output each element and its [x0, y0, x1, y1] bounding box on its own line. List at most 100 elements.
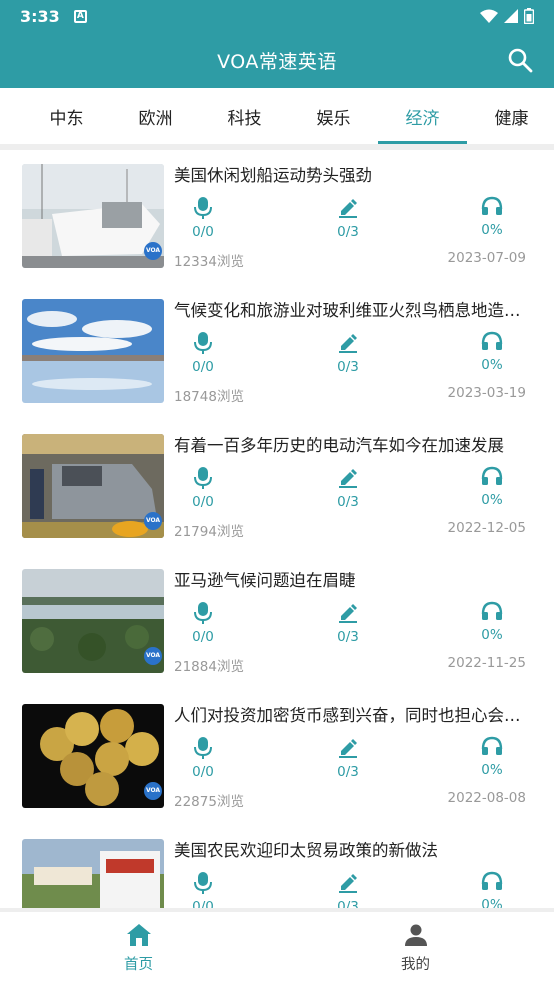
status-time: 3:33: [20, 6, 60, 26]
nav-home[interactable]: 首页: [0, 912, 277, 984]
article-thumbnail: VOA: [22, 434, 164, 538]
speaking-progress[interactable]: 0/0: [173, 466, 233, 510]
headphones-icon: [481, 196, 503, 215]
article-thumbnail: [22, 299, 164, 403]
voa-badge: VOA: [144, 782, 162, 800]
person-icon: [404, 924, 427, 946]
writing-progress[interactable]: 0/3: [318, 738, 378, 780]
nav-profile-label: 我的: [401, 956, 430, 973]
pencil-icon: [339, 469, 357, 488]
article-title: 美国农民欢迎印太贸易政策的新做法: [174, 841, 438, 860]
article-item[interactable]: VOA 美国休闲划船运动势头强劲 0/0 0/3 0% 12334浏览 2023…: [0, 150, 554, 285]
listening-percent: 0%: [481, 222, 503, 238]
listening-progress[interactable]: 0%: [462, 466, 522, 508]
pencil-icon: [339, 874, 357, 893]
speaking-progress[interactable]: 0/0: [173, 871, 233, 908]
microphone-icon: [194, 332, 212, 354]
article-title: 亚马逊气候问题迫在眉睫: [174, 571, 356, 590]
speaking-progress[interactable]: 0/0: [173, 736, 233, 780]
view-count: 12334浏览: [174, 254, 244, 270]
tab-health[interactable]: 健康: [467, 88, 554, 144]
status-icons: [480, 8, 534, 24]
nav-profile[interactable]: 我的: [277, 912, 554, 984]
signal-icon: [504, 9, 518, 23]
speaking-count: 0/0: [192, 359, 214, 375]
pencil-icon: [339, 199, 357, 218]
app-bar: VOA常速英语: [0, 32, 554, 88]
speaking-progress[interactable]: 0/0: [173, 601, 233, 645]
article-item[interactable]: 美国农民欢迎印太贸易政策的新做法 0/0 0/3 0%: [0, 825, 554, 908]
microphone-icon: [194, 872, 212, 894]
publish-date: 2022-08-08: [447, 790, 526, 806]
listening-percent: 0%: [481, 897, 503, 908]
article-thumbnail: [22, 839, 164, 908]
writing-progress[interactable]: 0/3: [318, 873, 378, 908]
article-thumbnail: VOA: [22, 704, 164, 808]
article-list: VOA 美国休闲划船运动势头强劲 0/0 0/3 0% 12334浏览 2023…: [0, 150, 554, 908]
writing-count: 0/3: [337, 764, 359, 780]
search-icon[interactable]: [506, 46, 534, 74]
microphone-icon: [194, 467, 212, 489]
writing-count: 0/3: [337, 359, 359, 375]
publish-date: 2022-11-25: [447, 655, 526, 671]
headphones-icon: [481, 466, 503, 485]
speaking-progress[interactable]: 0/0: [173, 196, 233, 240]
headphones-icon: [481, 601, 503, 620]
writing-count: 0/3: [337, 899, 359, 908]
speaking-count: 0/0: [192, 224, 214, 240]
article-item[interactable]: 气候变化和旅游业对玻利维亚火烈鸟栖息地造成威胁 0/0 0/3 0% 18748…: [0, 285, 554, 420]
home-icon: [126, 923, 151, 946]
writing-progress[interactable]: 0/3: [318, 333, 378, 375]
writing-progress[interactable]: 0/3: [318, 198, 378, 240]
listening-progress[interactable]: 0%: [462, 871, 522, 908]
tab-entertainment[interactable]: 娱乐: [289, 88, 378, 144]
listening-progress[interactable]: 0%: [462, 196, 522, 238]
tab-middle-east[interactable]: 中东: [22, 88, 111, 144]
view-count: 22875浏览: [174, 794, 244, 810]
article-thumbnail: VOA: [22, 569, 164, 673]
listening-progress[interactable]: 0%: [462, 331, 522, 373]
category-tabs: 中东 欧洲 科技 娱乐 经济 健康: [0, 88, 554, 144]
article-title: 气候变化和旅游业对玻利维亚火烈鸟栖息地造成威胁: [174, 301, 532, 320]
writing-progress[interactable]: 0/3: [318, 468, 378, 510]
writing-count: 0/3: [337, 494, 359, 510]
publish-date: 2023-03-19: [447, 385, 526, 401]
speaking-progress[interactable]: 0/0: [173, 331, 233, 375]
article-item[interactable]: VOA 亚马逊气候问题迫在眉睫 0/0 0/3 0% 21884浏览 2022-…: [0, 555, 554, 690]
listening-percent: 0%: [481, 762, 503, 778]
pencil-icon: [339, 604, 357, 623]
view-count: 21884浏览: [174, 659, 244, 675]
voa-badge: VOA: [144, 512, 162, 530]
listening-percent: 0%: [481, 357, 503, 373]
battery-icon: [524, 8, 534, 24]
headphones-icon: [481, 331, 503, 350]
speaking-count: 0/0: [192, 764, 214, 780]
microphone-icon: [194, 197, 212, 219]
view-count: 18748浏览: [174, 389, 244, 405]
article-item[interactable]: VOA 人们对投资加密货币感到兴奋，同时也担心会有风险 0/0 0/3 0% 2…: [0, 690, 554, 825]
microphone-icon: [194, 737, 212, 759]
nav-home-label: 首页: [124, 956, 153, 973]
article-title: 美国休闲划船运动势头强劲: [174, 166, 372, 185]
article-thumbnail: VOA: [22, 164, 164, 268]
tab-europe[interactable]: 欧洲: [111, 88, 200, 144]
speaking-count: 0/0: [192, 899, 214, 908]
publish-date: 2022-12-05: [447, 520, 526, 536]
listening-percent: 0%: [481, 492, 503, 508]
writing-count: 0/3: [337, 224, 359, 240]
tab-economy[interactable]: 经济: [378, 88, 467, 144]
wifi-icon: [480, 9, 498, 23]
status-bar: 3:33 A: [0, 0, 554, 32]
listening-progress[interactable]: 0%: [462, 601, 522, 643]
tab-technology[interactable]: 科技: [200, 88, 289, 144]
bottom-navigation: 首页 我的: [0, 908, 554, 984]
article-item[interactable]: VOA 有着一百多年历史的电动汽车如今在加速发展 0/0 0/3 0% 2179…: [0, 420, 554, 555]
publish-date: 2023-07-09: [447, 250, 526, 266]
writing-count: 0/3: [337, 629, 359, 645]
view-count: 21794浏览: [174, 524, 244, 540]
headphones-icon: [481, 871, 503, 890]
listening-progress[interactable]: 0%: [462, 736, 522, 778]
pencil-icon: [339, 334, 357, 353]
pencil-icon: [339, 739, 357, 758]
writing-progress[interactable]: 0/3: [318, 603, 378, 645]
